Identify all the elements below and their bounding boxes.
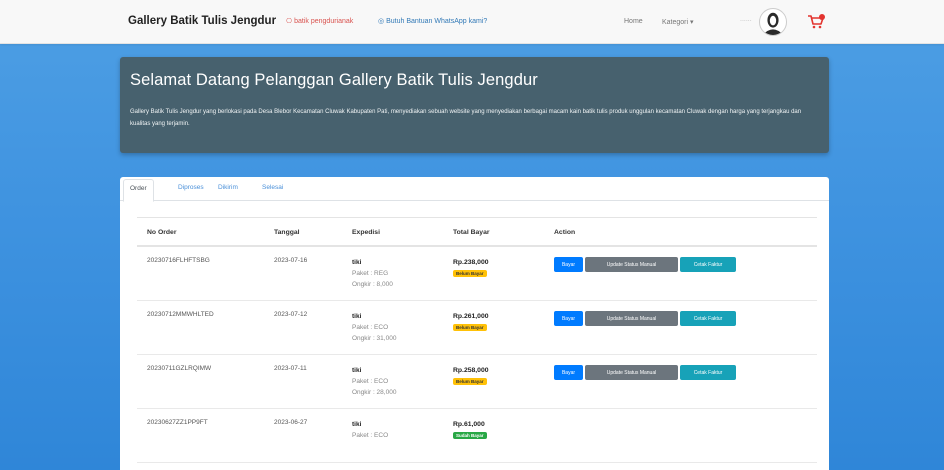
cart-badge bbox=[819, 14, 825, 20]
table-row: 20230712MMWHLTED 2023-07-12 tiki Paket :… bbox=[137, 301, 817, 355]
table-row: 20230716FLHFTSBG 2023-07-16 tiki Paket :… bbox=[137, 247, 817, 301]
status-badge: Belum Bayar bbox=[453, 270, 487, 277]
nav-home[interactable]: Home bbox=[624, 18, 643, 25]
package-type: Paket : ECO bbox=[352, 378, 389, 385]
order-expedition: tiki Paket : ECO bbox=[352, 419, 388, 441]
user-name[interactable]: ...... bbox=[740, 16, 758, 24]
order-status-tabs: Order Diproses Dikirim Selesai bbox=[120, 177, 829, 202]
gift-icon: ⎔ bbox=[286, 18, 293, 25]
print-invoice-button[interactable]: Cetak Faktur bbox=[680, 311, 736, 326]
order-date: 2023-07-16 bbox=[274, 257, 308, 264]
row-actions: Bayar Update Status Manual Cetak Faktur bbox=[554, 365, 736, 380]
order-number: 20230711GZLRQIMW bbox=[147, 365, 212, 372]
package-type: Paket : REG bbox=[352, 270, 389, 277]
shipping-cost: Ongkir : 28,000 bbox=[352, 389, 397, 396]
navbar: Gallery Batik Tulis Jengdur ⎔ batik peng… bbox=[0, 0, 944, 44]
tab-selesai[interactable]: Selesai bbox=[262, 184, 283, 191]
header-order-no: No Order bbox=[147, 229, 177, 236]
order-expedition: tiki Paket : ECO Ongkir : 28,000 bbox=[352, 365, 396, 398]
tab-order[interactable]: Order bbox=[123, 179, 154, 202]
header-action: Action bbox=[554, 229, 576, 236]
shipping-cost: Ongkir : 31,000 bbox=[352, 335, 397, 342]
total-amount: Rp.238,000 bbox=[453, 259, 489, 266]
order-number: 20230712MMWHLTED bbox=[147, 311, 214, 318]
order-number: 20230627ZZ1PP9FT bbox=[147, 419, 208, 426]
update-status-button[interactable]: Update Status Manual bbox=[585, 311, 678, 326]
nav-link-red-label: batik pengdurianak bbox=[294, 17, 354, 25]
order-total: Rp.61,000 Sudah Bayar bbox=[453, 419, 487, 439]
cart-icon[interactable] bbox=[807, 12, 825, 30]
print-invoice-button[interactable]: Cetak Faktur bbox=[680, 365, 736, 380]
table-row: 20230711GZLRQIMW 2023-07-11 tiki Paket :… bbox=[137, 355, 817, 409]
order-total: Rp.258,000 Belum Bayar bbox=[453, 365, 489, 385]
tab-diproses[interactable]: Diproses bbox=[178, 184, 204, 191]
orders-table: No Order Tanggal Expedisi Total Bayar Ac… bbox=[137, 217, 817, 463]
welcome-jumbotron: Selamat Datang Pelanggan Gallery Batik T… bbox=[120, 57, 829, 153]
total-amount: Rp.261,000 bbox=[453, 313, 489, 320]
welcome-title: Selamat Datang Pelanggan Gallery Batik T… bbox=[130, 71, 538, 89]
nav-link-red[interactable]: ⎔ batik pengdurianak bbox=[286, 17, 354, 26]
tab-dikirim[interactable]: Dikirim bbox=[218, 184, 238, 191]
total-amount: Rp.61,000 bbox=[453, 421, 485, 428]
status-badge: Belum Bayar bbox=[453, 378, 487, 385]
whatsapp-help-label: Butuh Bantuan WhatsApp kami? bbox=[386, 17, 488, 25]
update-status-button[interactable]: Update Status Manual bbox=[585, 365, 678, 380]
courier-name: tiki bbox=[352, 259, 362, 266]
welcome-description: Gallery Batik Tulis Jengdur yang berloka… bbox=[130, 109, 802, 127]
user-avatar-icon[interactable] bbox=[759, 8, 787, 36]
courier-name: tiki bbox=[352, 313, 362, 320]
pay-button[interactable]: Bayar bbox=[554, 311, 583, 326]
update-status-button[interactable]: Update Status Manual bbox=[585, 257, 678, 272]
table-row: 20230627ZZ1PP9FT 2023-06-27 tiki Paket :… bbox=[137, 409, 817, 463]
order-total: Rp.238,000 Belum Bayar bbox=[453, 257, 489, 277]
table-header: No Order Tanggal Expedisi Total Bayar Ac… bbox=[137, 217, 817, 247]
order-date: 2023-07-11 bbox=[274, 365, 307, 372]
nav-kategori-dropdown[interactable]: Kategori ▾ bbox=[662, 18, 694, 26]
package-type: Paket : ECO bbox=[352, 324, 389, 331]
whatsapp-help-link[interactable]: ◎ Butuh Bantuan WhatsApp kami? bbox=[378, 17, 488, 26]
row-actions: Bayar Update Status Manual Cetak Faktur bbox=[554, 257, 736, 272]
whatsapp-icon: ◎ bbox=[378, 18, 385, 25]
pay-button[interactable]: Bayar bbox=[554, 365, 583, 380]
header-total: Total Bayar bbox=[453, 229, 490, 236]
order-date: 2023-06-27 bbox=[274, 419, 308, 426]
courier-name: tiki bbox=[352, 367, 362, 374]
header-expedition: Expedisi bbox=[352, 229, 380, 236]
brand-logo-text[interactable]: Gallery Batik Tulis Jengdur bbox=[128, 15, 276, 27]
print-invoice-button[interactable]: Cetak Faktur bbox=[680, 257, 736, 272]
status-badge: Belum Bayar bbox=[453, 324, 487, 331]
total-amount: Rp.258,000 bbox=[453, 367, 489, 374]
order-number: 20230716FLHFTSBG bbox=[147, 257, 210, 264]
status-badge: Sudah Bayar bbox=[453, 432, 487, 439]
order-total: Rp.261,000 Belum Bayar bbox=[453, 311, 489, 331]
shipping-cost: Ongkir : 8,000 bbox=[352, 281, 393, 288]
row-actions: Bayar Update Status Manual Cetak Faktur bbox=[554, 311, 736, 326]
order-expedition: tiki Paket : ECO Ongkir : 31,000 bbox=[352, 311, 396, 344]
orders-card: Order Diproses Dikirim Selesai No Order … bbox=[120, 177, 829, 470]
header-date: Tanggal bbox=[274, 229, 300, 236]
courier-name: tiki bbox=[352, 421, 362, 428]
package-type: Paket : ECO bbox=[352, 432, 389, 439]
order-expedition: tiki Paket : REG Ongkir : 8,000 bbox=[352, 257, 393, 290]
order-date: 2023-07-12 bbox=[274, 311, 308, 318]
pay-button[interactable]: Bayar bbox=[554, 257, 583, 272]
